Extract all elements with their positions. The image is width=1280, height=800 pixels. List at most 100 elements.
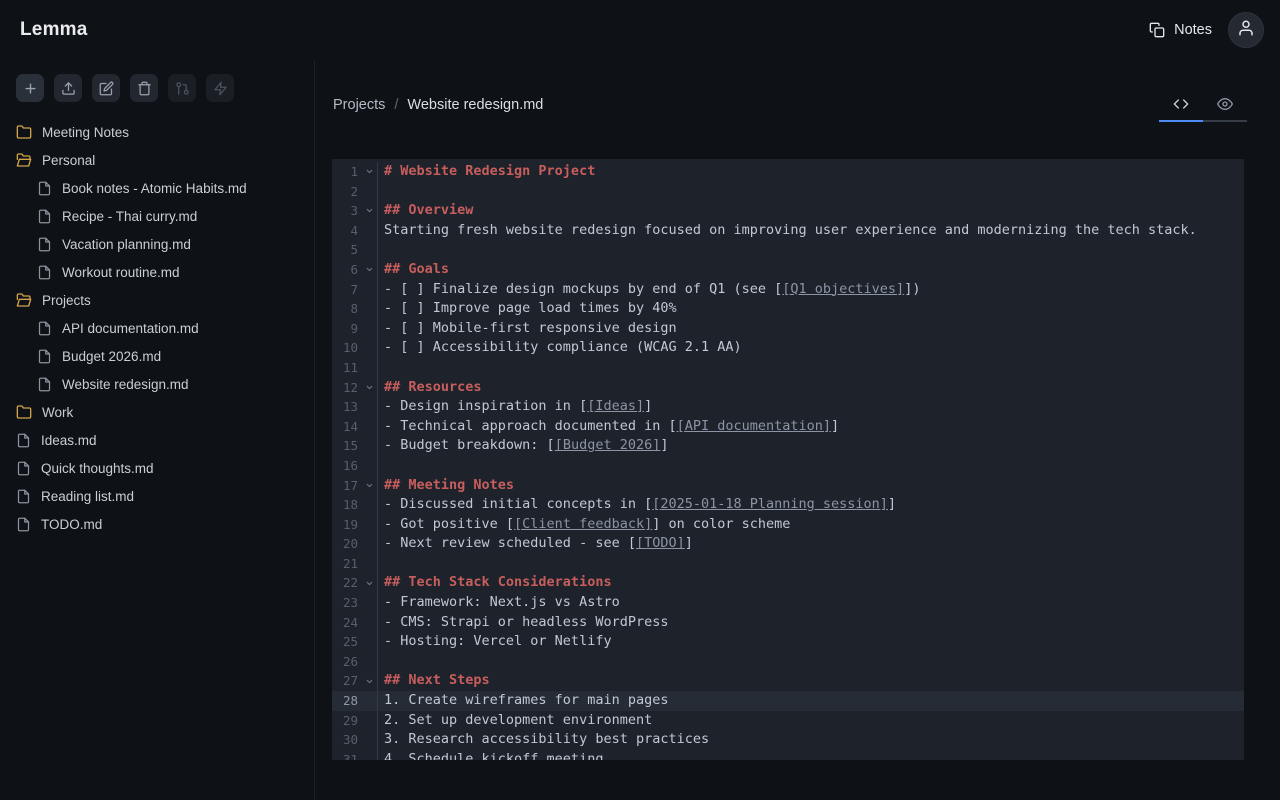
fold-gutter <box>362 319 377 339</box>
editor-line[interactable]: 10- [ ] Accessibility compliance (WCAG 2… <box>332 338 1244 358</box>
code-icon <box>1173 96 1189 117</box>
tab-source-view[interactable] <box>1159 92 1203 122</box>
fold-chevron-icon[interactable] <box>362 476 377 496</box>
file-icon <box>37 209 52 224</box>
editor-line[interactable]: 314. Schedule kickoff meeting <box>332 750 1244 760</box>
editor-line[interactable]: 15- Budget breakdown: [[Budget 2026]] <box>332 436 1244 456</box>
edit-button[interactable] <box>92 74 120 102</box>
tree-item-folder[interactable]: Personal <box>0 146 314 174</box>
editor-line[interactable]: 1# Website Redesign Project <box>332 162 1244 182</box>
editor-line[interactable]: 8- [ ] Improve page load times by 40% <box>332 299 1244 319</box>
tree-item-file[interactable]: TODO.md <box>0 510 314 538</box>
fold-gutter <box>362 221 377 241</box>
fold-chevron-icon[interactable] <box>362 162 377 182</box>
tree-item-file[interactable]: Budget 2026.md <box>0 342 314 370</box>
editor-line[interactable]: 303. Research accessibility best practic… <box>332 730 1244 750</box>
editor-line[interactable]: 25- Hosting: Vercel or Netlify <box>332 632 1244 652</box>
tree-item-label: Book notes - Atomic Habits.md <box>62 181 247 196</box>
fold-chevron-icon[interactable] <box>362 201 377 221</box>
file-icon <box>16 433 31 448</box>
fold-gutter <box>362 613 377 633</box>
line-number: 29 <box>332 711 362 731</box>
tree-item-file[interactable]: Workout routine.md <box>0 258 314 286</box>
upload-button[interactable] <box>54 74 82 102</box>
editor-line[interactable]: 19- Got positive [[Client feedback]] on … <box>332 515 1244 535</box>
editor-line[interactable]: 9- [ ] Mobile-first responsive design <box>332 319 1244 339</box>
md-text: - [ ] Mobile-first responsive design <box>384 320 677 336</box>
editor-line[interactable]: 21 <box>332 554 1244 574</box>
wiki-link[interactable]: [API documentation] <box>677 418 831 434</box>
editor[interactable]: 1# Website Redesign Project23## Overview… <box>332 159 1244 760</box>
notes-button[interactable]: Notes <box>1149 22 1212 38</box>
tree-item-file[interactable]: Book notes - Atomic Habits.md <box>0 174 314 202</box>
md-heading: ## Next Steps <box>384 672 490 688</box>
md-heading: ## Tech Stack Considerations <box>384 574 612 590</box>
editor-line[interactable]: 14- Technical approach documented in [[A… <box>332 417 1244 437</box>
tree-item-file[interactable]: Vacation planning.md <box>0 230 314 258</box>
wiki-link[interactable]: [Budget 2026] <box>555 437 661 453</box>
editor-line[interactable]: 26 <box>332 652 1244 672</box>
md-text: ] <box>831 418 839 434</box>
tree-item-folder[interactable]: Meeting Notes <box>0 118 314 146</box>
md-text: - Got positive [ <box>384 516 514 532</box>
code-cell <box>377 554 1244 574</box>
md-text: 1. Create wireframes for main pages <box>384 692 668 708</box>
fold-chevron-icon[interactable] <box>362 378 377 398</box>
editor-line[interactable]: 6## Goals <box>332 260 1244 280</box>
editor-line[interactable]: 27## Next Steps <box>332 671 1244 691</box>
breadcrumb-folder[interactable]: Projects <box>333 97 385 113</box>
tree-item-file[interactable]: Recipe - Thai curry.md <box>0 202 314 230</box>
wiki-link[interactable]: [Q1 objectives] <box>782 281 904 297</box>
tab-preview[interactable] <box>1203 92 1247 122</box>
tree-item-file[interactable]: API documentation.md <box>0 314 314 342</box>
editor-line[interactable]: 11 <box>332 358 1244 378</box>
file-icon <box>16 517 31 532</box>
avatar[interactable] <box>1228 12 1264 48</box>
editor-line[interactable]: 24- CMS: Strapi or headless WordPress <box>332 613 1244 633</box>
new-note-button[interactable] <box>16 74 44 102</box>
fold-chevron-icon[interactable] <box>362 573 377 593</box>
wiki-link[interactable]: [TODO] <box>636 535 685 551</box>
tree-item-folder[interactable]: Work <box>0 398 314 426</box>
line-number: 20 <box>332 534 362 554</box>
editor-line[interactable]: 3## Overview <box>332 201 1244 221</box>
notes-button-label: Notes <box>1174 22 1212 38</box>
editor-line[interactable]: 28 1. Create wireframes for main pages <box>332 691 1244 711</box>
git-sync-button[interactable] <box>168 74 196 102</box>
editor-line[interactable]: 17## Meeting Notes <box>332 476 1244 496</box>
fold-chevron-icon[interactable] <box>362 260 377 280</box>
editor-line[interactable]: 23- Framework: Next.js vs Astro <box>332 593 1244 613</box>
fold-gutter <box>362 691 377 711</box>
tree-item-file[interactable]: Ideas.md <box>0 426 314 454</box>
fold-chevron-icon[interactable] <box>362 671 377 691</box>
editor-line[interactable]: 4Starting fresh website redesign focused… <box>332 221 1244 241</box>
editor-line[interactable]: 7- [ ] Finalize design mockups by end of… <box>332 280 1244 300</box>
zap-button[interactable] <box>206 74 234 102</box>
editor-line[interactable]: 18- Discussed initial concepts in [[2025… <box>332 495 1244 515</box>
editor-line[interactable]: 13- Design inspiration in [[Ideas]] <box>332 397 1244 417</box>
file-icon <box>37 377 52 392</box>
line-number: 11 <box>332 358 362 378</box>
delete-button[interactable] <box>130 74 158 102</box>
editor-line[interactable]: 2 <box>332 182 1244 202</box>
editor-line[interactable]: 12## Resources <box>332 378 1244 398</box>
editor-line[interactable]: 20- Next review scheduled - see [[TODO]] <box>332 534 1244 554</box>
editor-line[interactable]: 5 <box>332 240 1244 260</box>
fold-gutter <box>362 280 377 300</box>
top-bar-right: Notes <box>1149 12 1264 48</box>
folder-open-icon <box>16 292 32 308</box>
line-number: 28 <box>332 691 362 711</box>
eye-icon <box>1217 96 1233 117</box>
wiki-link[interactable]: [2025-01-18 Planning session] <box>652 496 888 512</box>
wiki-link[interactable]: [Ideas] <box>587 398 644 414</box>
editor-line[interactable]: 16 <box>332 456 1244 476</box>
tree-item-folder[interactable]: Projects <box>0 286 314 314</box>
editor-line[interactable]: 292. Set up development environment <box>332 711 1244 731</box>
wiki-link[interactable]: [Client feedback] <box>514 516 652 532</box>
tree-item-file[interactable]: Website redesign.md <box>0 370 314 398</box>
md-text: - Design inspiration in [ <box>384 398 587 414</box>
zap-icon <box>213 81 228 96</box>
tree-item-file[interactable]: Quick thoughts.md <box>0 454 314 482</box>
editor-line[interactable]: 22## Tech Stack Considerations <box>332 573 1244 593</box>
tree-item-file[interactable]: Reading list.md <box>0 482 314 510</box>
